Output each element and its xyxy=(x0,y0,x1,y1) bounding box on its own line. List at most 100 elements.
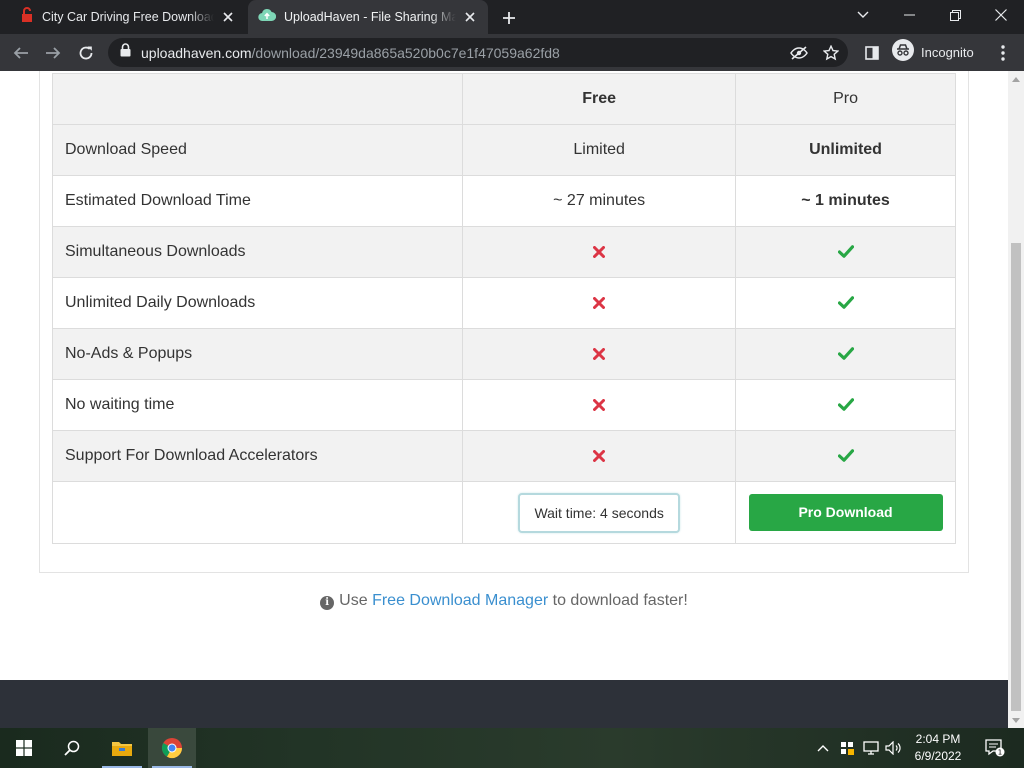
scroll-up-arrow-icon[interactable] xyxy=(1008,71,1024,87)
feature-label: No-Ads & Popups xyxy=(51,328,464,380)
address-bar[interactable]: uploadhaven.com/download/23949da865a520b… xyxy=(108,38,848,67)
chevron-down-icon xyxy=(857,11,869,18)
table-row: Estimated Download Time ~ 27 minutes ~ 1… xyxy=(51,175,956,227)
close-icon xyxy=(995,9,1007,21)
notification-center-button[interactable]: 1 xyxy=(980,728,1010,768)
cross-icon xyxy=(589,293,609,313)
menu-button[interactable] xyxy=(990,40,1016,66)
volume-tray[interactable] xyxy=(884,728,904,768)
forward-button[interactable] xyxy=(40,40,66,66)
table-header-row: Free Pro xyxy=(51,73,956,125)
close-window-button[interactable] xyxy=(978,0,1024,30)
chrome-button[interactable] xyxy=(148,728,196,768)
tab-title: City Car Driving Free Download ( xyxy=(42,10,214,24)
speaker-icon xyxy=(885,741,901,755)
tab-title: UploadHaven - File Sharing Made xyxy=(284,10,456,24)
check-icon xyxy=(836,241,856,261)
incognito-icon xyxy=(892,38,914,66)
eye-off-icon[interactable] xyxy=(790,44,808,62)
notice-prefix: Use xyxy=(339,592,368,609)
file-explorer-button[interactable] xyxy=(98,728,146,768)
minimize-button[interactable] xyxy=(886,0,932,30)
feature-label: Estimated Download Time xyxy=(51,175,464,227)
feature-label: Download Speed xyxy=(51,124,464,176)
browser-toolbar: uploadhaven.com/download/23949da865a520b… xyxy=(0,34,1024,71)
check-icon xyxy=(836,394,856,414)
header-feature xyxy=(51,73,464,125)
incognito-indicator[interactable]: Incognito xyxy=(892,38,974,66)
kebab-menu-icon xyxy=(1001,45,1005,61)
info-icon: i xyxy=(320,595,335,610)
header-pro: Pro xyxy=(735,73,956,125)
empty-cell xyxy=(51,481,464,544)
new-tab-button[interactable] xyxy=(498,7,520,29)
side-panel-icon xyxy=(865,46,879,60)
pro-value: ~ 1 minutes xyxy=(735,175,956,227)
arrow-left-icon xyxy=(13,47,28,59)
vertical-scrollbar[interactable] xyxy=(1008,71,1024,728)
table-row: Simultaneous Downloads xyxy=(51,226,956,278)
incognito-label: Incognito xyxy=(921,44,974,60)
plan-comparison-table: Free Pro Download Speed Limited Unlimite… xyxy=(51,73,956,544)
restore-icon xyxy=(949,9,961,21)
url-path: /download/23949da865a520b0c7e1f47059a62f… xyxy=(251,44,560,61)
cross-icon xyxy=(589,395,609,415)
chevron-up-icon xyxy=(817,744,829,751)
chrome-icon xyxy=(161,738,183,759)
pro-value: Unlimited xyxy=(735,124,956,176)
tab-uploadhaven[interactable]: UploadHaven - File Sharing Made xyxy=(248,0,488,34)
minimize-icon xyxy=(903,14,915,16)
cross-icon xyxy=(589,344,609,364)
wait-timer-button[interactable]: Wait time: 4 seconds xyxy=(518,492,681,533)
free-value: ~ 27 minutes xyxy=(462,175,737,227)
feature-label: No waiting time xyxy=(51,379,464,431)
windows-taskbar: 2:04 PM 6/9/2022 1 xyxy=(0,728,1024,768)
show-hidden-icons-button[interactable] xyxy=(814,728,832,768)
cross-icon xyxy=(589,446,609,466)
network-icon xyxy=(863,741,879,755)
lock-icon[interactable] xyxy=(120,43,131,62)
pro-download-button[interactable]: Pro Download xyxy=(748,494,943,531)
back-button[interactable] xyxy=(8,40,34,66)
reload-icon xyxy=(79,46,93,60)
notification-icon: 1 xyxy=(985,739,1005,757)
check-icon xyxy=(836,343,856,363)
feature-label: Unlimited Daily Downloads xyxy=(51,277,464,329)
notification-count: 1 xyxy=(998,749,1002,757)
game-favicon-icon xyxy=(20,6,34,28)
scroll-down-arrow-icon[interactable] xyxy=(1008,712,1024,728)
cloud-favicon-icon xyxy=(258,8,277,27)
table-row: No waiting time xyxy=(51,379,956,431)
close-tab-icon[interactable] xyxy=(220,9,236,25)
page-footer xyxy=(0,680,1008,728)
network-warning-tray[interactable] xyxy=(838,728,856,768)
system-clock[interactable]: 2:04 PM 6/9/2022 xyxy=(908,731,968,765)
arrow-right-icon xyxy=(46,47,61,59)
url-host: uploadhaven.com xyxy=(141,44,252,61)
action-row: Wait time: 4 seconds Pro Download xyxy=(51,481,956,544)
scroll-thumb[interactable] xyxy=(1011,243,1021,711)
network-tray[interactable] xyxy=(862,728,880,768)
free-value: Limited xyxy=(462,124,737,176)
notice-suffix: to download faster! xyxy=(552,592,688,609)
close-tab-icon[interactable] xyxy=(462,9,478,25)
header-free: Free xyxy=(462,73,737,125)
download-manager-notice: i Use Free Download Manager to download f… xyxy=(0,592,1008,610)
clock-time: 2:04 PM xyxy=(915,732,961,746)
plus-icon xyxy=(503,12,515,24)
restore-button[interactable] xyxy=(932,0,978,30)
search-button[interactable] xyxy=(48,728,96,768)
free-download-manager-link[interactable]: Free Download Manager xyxy=(372,592,548,609)
cross-icon xyxy=(589,242,609,262)
bookmark-star-icon[interactable] xyxy=(822,44,840,62)
reload-button[interactable] xyxy=(73,40,99,66)
side-panel-button[interactable] xyxy=(859,40,885,66)
page-content: Free Pro Download Speed Limited Unlimite… xyxy=(0,71,1008,680)
clock-date: 6/9/2022 xyxy=(914,749,962,763)
check-icon xyxy=(836,445,856,465)
start-button[interactable] xyxy=(0,728,48,768)
tab-search-button[interactable] xyxy=(840,0,886,30)
tab-city-car-driving[interactable]: City Car Driving Free Download ( xyxy=(10,0,246,34)
windows-logo-icon xyxy=(16,740,32,756)
check-icon xyxy=(836,292,856,312)
